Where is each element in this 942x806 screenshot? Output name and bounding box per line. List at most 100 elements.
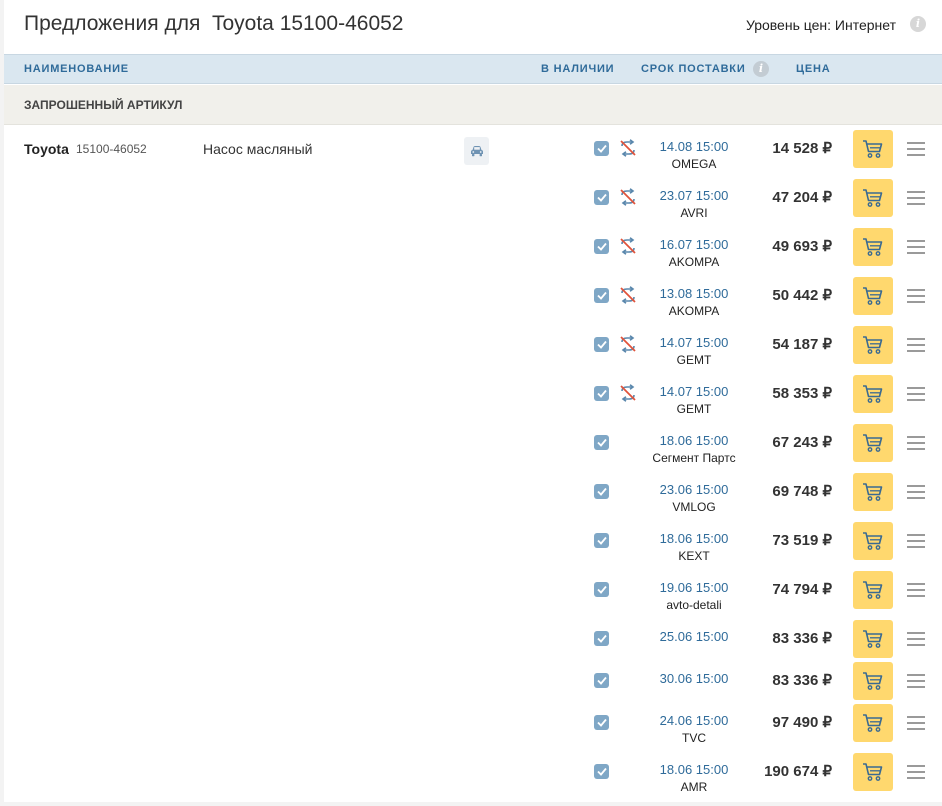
offer-price: 67 243 ₽ xyxy=(772,434,832,451)
offer-row: 23.07 15:00 AVRI 47 204 ₽ xyxy=(4,179,942,225)
column-name-header: НАИМЕНОВАНИЕ xyxy=(24,63,129,75)
cart-icon xyxy=(863,385,883,403)
add-to-cart-button[interactable] xyxy=(853,753,893,791)
supplier-name: KEXT xyxy=(678,549,710,563)
offer-row: 19.06 15:00 avto-detali 74 794 ₽ xyxy=(4,571,942,617)
add-to-cart-button[interactable] xyxy=(853,620,893,658)
menu-icon[interactable] xyxy=(907,765,925,779)
add-to-cart-button[interactable] xyxy=(853,522,893,560)
menu-icon[interactable] xyxy=(907,583,925,597)
offer-price: 83 336 ₽ xyxy=(772,630,832,647)
offer-row: 23.06 15:00 VMLOG 69 748 ₽ xyxy=(4,473,942,519)
menu-icon[interactable] xyxy=(907,191,925,205)
offer-price: 97 490 ₽ xyxy=(772,714,832,731)
offer-row: 13.08 15:00 AKOMPA 50 442 ₽ xyxy=(4,277,942,323)
offer-price: 69 748 ₽ xyxy=(772,483,832,500)
menu-icon[interactable] xyxy=(907,436,925,450)
menu-icon[interactable] xyxy=(907,716,925,730)
delivery-date: 24.06 15:00 xyxy=(659,713,729,728)
offer-price: 50 442 ₽ xyxy=(772,287,832,304)
add-to-cart-button[interactable] xyxy=(853,704,893,742)
supplier-name: AKOMPA xyxy=(668,255,720,269)
menu-icon[interactable] xyxy=(907,387,925,401)
table-header: НАИМЕНОВАНИЕ В НАЛИЧИИ СРОК ПОСТАВКИ i Ц… xyxy=(4,54,942,84)
column-delivery-header: СРОК ПОСТАВКИ xyxy=(641,63,746,75)
cart-icon xyxy=(863,630,883,648)
offer-row: 14.08 15:00 OMEGA 14 528 ₽ xyxy=(4,130,942,176)
offer-row: 16.07 15:00 AKOMPA 49 693 ₽ xyxy=(4,228,942,274)
delivery-date: 18.06 15:00 xyxy=(659,762,729,777)
cart-icon xyxy=(863,763,883,781)
menu-icon[interactable] xyxy=(907,632,925,646)
delivery-date: 30.06 15:00 xyxy=(659,671,729,686)
offer-price: 54 187 ₽ xyxy=(772,336,832,353)
delivery-date: 14.07 15:00 xyxy=(659,335,729,350)
offer-price: 14 528 ₽ xyxy=(772,140,832,157)
delivery-date: 23.06 15:00 xyxy=(659,482,729,497)
column-price-header: ЦЕНА xyxy=(796,63,831,75)
add-to-cart-button[interactable] xyxy=(853,571,893,609)
requested-article-section: ЗАПРОШЕННЫЙ АРТИКУЛ xyxy=(4,85,942,125)
menu-icon[interactable] xyxy=(907,338,925,352)
delivery-date: 14.07 15:00 xyxy=(659,384,729,399)
offer-row: 14.07 15:00 GEMT 54 187 ₽ xyxy=(4,326,942,372)
supplier-name: avto-detali xyxy=(666,598,722,612)
menu-icon[interactable] xyxy=(907,674,925,688)
offer-row: 25.06 15:00 83 336 ₽ xyxy=(4,620,942,666)
offer-row: 30.06 15:00 83 336 ₽ xyxy=(4,662,942,708)
supplier-name: AMR xyxy=(680,780,708,794)
cart-icon xyxy=(863,532,883,550)
supplier-name: TVC xyxy=(682,731,706,745)
offer-row: 18.06 15:00 KEXT 73 519 ₽ xyxy=(4,522,942,568)
supplier-name: AKOMPA xyxy=(668,304,720,318)
offer-price: 73 519 ₽ xyxy=(772,532,832,549)
add-to-cart-button[interactable] xyxy=(853,326,893,364)
add-to-cart-button[interactable] xyxy=(853,375,893,413)
cart-icon xyxy=(863,672,883,690)
add-to-cart-button[interactable] xyxy=(853,228,893,266)
delivery-date: 13.08 15:00 xyxy=(659,286,729,301)
cart-icon xyxy=(863,483,883,501)
delivery-info-icon[interactable]: i xyxy=(753,61,769,77)
price-level-label[interactable]: Уровень цен: Интернет xyxy=(746,17,896,33)
menu-icon[interactable] xyxy=(907,240,925,254)
supplier-name: VMLOG xyxy=(672,500,716,514)
cart-icon xyxy=(863,140,883,158)
offer-price: 58 353 ₽ xyxy=(772,385,832,402)
delivery-date: 14.08 15:00 xyxy=(659,139,729,154)
info-icon[interactable]: i xyxy=(910,16,926,32)
add-to-cart-button[interactable] xyxy=(853,277,893,315)
cart-icon xyxy=(863,238,883,256)
offer-price: 74 794 ₽ xyxy=(772,581,832,598)
offer-row: 24.06 15:00 TVC 97 490 ₽ xyxy=(4,704,942,750)
delivery-date: 18.06 15:00 xyxy=(659,531,729,546)
add-to-cart-button[interactable] xyxy=(853,424,893,462)
delivery-date: 18.06 15:00 xyxy=(659,433,729,448)
delivery-date: 19.06 15:00 xyxy=(659,580,729,595)
delivery-date: 16.07 15:00 xyxy=(659,237,729,252)
menu-icon[interactable] xyxy=(907,485,925,499)
add-to-cart-button[interactable] xyxy=(853,473,893,511)
add-to-cart-button[interactable] xyxy=(853,130,893,168)
supplier-name: OMEGA xyxy=(671,157,717,171)
offer-price: 47 204 ₽ xyxy=(772,189,832,206)
supplier-name: GEMT xyxy=(676,353,712,367)
offer-price: 190 674 ₽ xyxy=(764,763,832,780)
menu-icon[interactable] xyxy=(907,534,925,548)
cart-icon xyxy=(863,287,883,305)
offer-price: 49 693 ₽ xyxy=(772,238,832,255)
cart-icon xyxy=(863,434,883,452)
offer-row: 18.06 15:00 Сегмент Партс 67 243 ₽ xyxy=(4,424,942,470)
section-label: ЗАПРОШЕННЫЙ АРТИКУЛ xyxy=(24,98,183,112)
delivery-date: 23.07 15:00 xyxy=(659,188,729,203)
offers-page: Предложения для Toyota 15100-46052 Урове… xyxy=(4,0,942,802)
page-title: Предложения для Toyota 15100-46052 xyxy=(24,12,404,35)
add-to-cart-button[interactable] xyxy=(853,662,893,700)
menu-icon[interactable] xyxy=(907,142,925,156)
menu-icon[interactable] xyxy=(907,289,925,303)
supplier-name: Сегмент Партс xyxy=(652,451,736,465)
cart-icon xyxy=(863,714,883,732)
offer-price: 83 336 ₽ xyxy=(772,672,832,689)
column-stock-header: В НАЛИЧИИ xyxy=(541,63,615,75)
add-to-cart-button[interactable] xyxy=(853,179,893,217)
